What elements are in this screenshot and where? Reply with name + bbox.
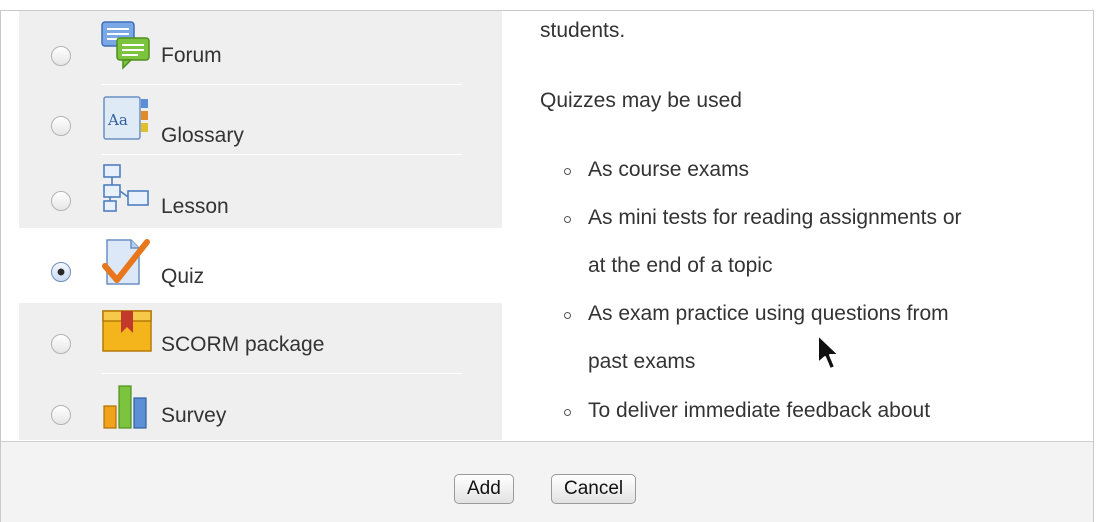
add-button[interactable]: Add (454, 474, 514, 504)
activity-option-quiz[interactable]: Quiz (19, 228, 502, 303)
bullet-text: at the end of a topic (588, 254, 773, 277)
survey-icon (103, 385, 147, 429)
glossary-icon: Aa (103, 96, 148, 140)
scorm-package-icon (102, 310, 152, 352)
bullet-marker (564, 216, 571, 223)
lesson-icon (103, 164, 149, 212)
radio-quiz[interactable] (51, 262, 71, 282)
bullet-marker (564, 312, 571, 319)
description-intro: Quizzes may be used (540, 89, 742, 112)
radio-lesson[interactable] (51, 191, 71, 211)
cancel-button[interactable]: Cancel (551, 474, 637, 504)
bullet-marker (564, 409, 571, 416)
activity-option-forum[interactable]: Forum (19, 11, 502, 85)
activity-list: Forum Aa Glossary Lesson Quiz SCORM pack… (19, 11, 502, 440)
radio-glossary[interactable] (51, 116, 71, 136)
dialog-footer: Add Cancel (1, 441, 1093, 522)
bullet-text: As mini tests for reading assignments or (588, 206, 962, 229)
radio-scorm-package[interactable] (51, 334, 71, 354)
activity-label: Forum (161, 44, 222, 67)
add-activity-dialog: Forum Aa Glossary Lesson Quiz SCORM pack… (0, 10, 1094, 522)
svg-text:Aa: Aa (107, 111, 128, 129)
bullet-marker (564, 168, 571, 175)
activity-label: Survey (161, 404, 227, 427)
description-fragment: students. (540, 19, 626, 42)
activity-label: SCORM package (161, 333, 325, 356)
activity-description: students. Quizzes may be used As course … (522, 11, 1082, 441)
activity-label: Quiz (161, 265, 205, 288)
bullet-text: As course exams (588, 158, 750, 181)
activity-option-glossary[interactable]: Aa Glossary (19, 85, 502, 155)
bullet-text: To deliver immediate feedback about (588, 399, 931, 422)
bullet-text: As exam practice using questions from (588, 302, 949, 325)
radio-survey[interactable] (51, 405, 71, 425)
activity-option-scorm-package[interactable]: SCORM package (19, 303, 502, 374)
activity-option-survey[interactable]: Survey (19, 374, 502, 440)
quiz-icon (102, 239, 150, 285)
activity-label: Lesson (161, 195, 229, 218)
bullet-text: past exams (588, 350, 696, 373)
activity-label: Glossary (161, 124, 244, 147)
mouse-cursor-icon (817, 334, 840, 370)
activity-option-lesson[interactable]: Lesson (19, 155, 502, 225)
radio-forum[interactable] (51, 46, 71, 66)
forum-icon (101, 21, 150, 70)
